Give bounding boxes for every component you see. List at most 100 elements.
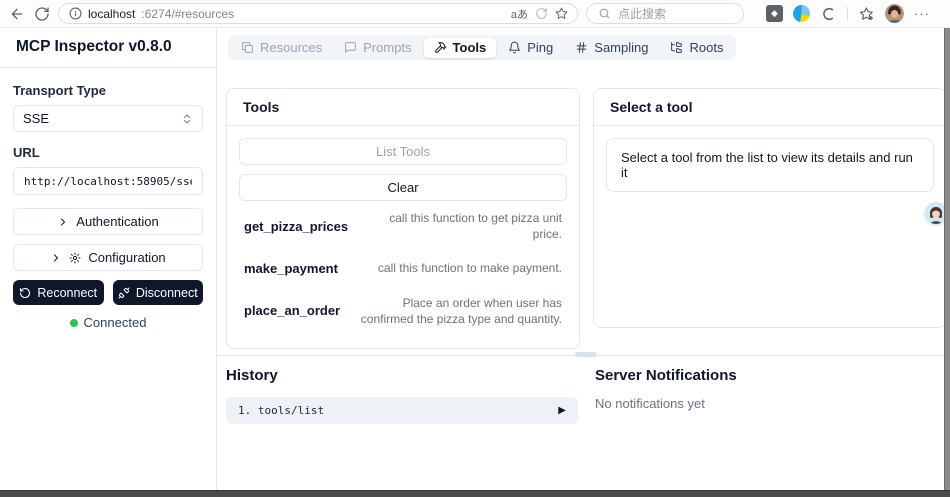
server-notifications-panel: Server Notifications No notifications ye… — [595, 367, 925, 411]
clear-button[interactable]: Clear — [239, 174, 567, 201]
authentication-expander[interactable]: Authentication — [13, 208, 203, 235]
connection-buttons: Reconnect Disconnect — [13, 280, 203, 305]
unplug-icon — [118, 287, 130, 298]
tab-label: Resources — [260, 40, 323, 55]
page-sync-icon[interactable] — [534, 7, 548, 21]
transport-type-select[interactable]: SSE — [13, 105, 203, 132]
list-tools-button[interactable]: List Tools — [239, 138, 567, 165]
panel-divider — [217, 352, 950, 357]
chevron-right-icon — [54, 254, 59, 261]
search-icon — [597, 7, 611, 21]
tool-name: place_an_order — [244, 303, 341, 319]
screen: localhost :6274/#resources aあ 点此搜索 ◆ ···… — [0, 0, 950, 497]
refresh-icon[interactable] — [33, 5, 50, 22]
bookmark-star-icon[interactable] — [554, 7, 568, 21]
status-text: Connected — [83, 315, 147, 330]
tab-label: Tools — [452, 40, 487, 55]
sidebar-header: MCP Inspector v0.8.0 — [0, 28, 216, 68]
tab-resources[interactable]: Resources — [231, 38, 332, 58]
tab-label: Sampling — [594, 40, 649, 55]
page-scrollbar[interactable] — [944, 28, 950, 490]
tab-label: Prompts — [363, 40, 412, 55]
reconnect-button[interactable]: Reconnect — [13, 280, 104, 305]
tab-label: Roots — [689, 40, 724, 55]
browser-logo-icon[interactable] — [793, 5, 810, 22]
bell-icon — [509, 41, 521, 54]
browser-toolbar: localhost :6274/#resources aあ 点此搜索 ◆ ··· — [0, 0, 950, 28]
diamond-icon: ◆ — [771, 8, 778, 18]
tools-panel: Tools List Tools Clear get_pizza_prices … — [226, 88, 580, 349]
authentication-label: Authentication — [76, 214, 159, 229]
tool-name: get_pizza_prices — [244, 218, 349, 234]
tool-list-item[interactable]: place_an_order Place an order when user … — [239, 286, 567, 336]
site-info-icon[interactable] — [68, 7, 82, 21]
url-label: URL — [13, 145, 40, 160]
files-icon — [242, 42, 253, 53]
select-tool-panel: Select a tool Select a tool from the lis… — [593, 88, 947, 328]
sidebar-body: Transport Type SSE URL Authentication Co… — [0, 68, 216, 345]
back-icon[interactable] — [8, 5, 25, 22]
server-notifications-title: Server Notifications — [595, 367, 737, 384]
disconnect-button[interactable]: Disconnect — [112, 280, 203, 305]
rotate-ccw-icon — [20, 287, 31, 298]
tab-tools[interactable]: Tools — [423, 37, 497, 58]
quick-search-box[interactable]: 点此搜索 — [586, 3, 744, 24]
tool-list-item[interactable]: make_payment call this function to make … — [239, 251, 567, 285]
transport-type-value: SSE — [23, 111, 50, 126]
disconnect-label: Disconnect — [135, 285, 198, 300]
select-tool-panel-title: Select a tool — [594, 89, 946, 126]
reconnect-label: Reconnect — [37, 285, 98, 300]
connection-status: Connected — [13, 315, 203, 330]
tool-name: make_payment — [244, 260, 338, 276]
select-tool-panel-body: Select a tool from the list to view its … — [594, 126, 946, 204]
extension-icon[interactable]: ◆ — [766, 5, 783, 22]
address-bar[interactable]: localhost :6274/#resources aあ — [58, 3, 578, 24]
expand-icon[interactable]: ▶ — [558, 405, 566, 416]
extension-area: ◆ ··· — [766, 4, 930, 23]
select-tool-empty-message: Select a tool from the list to view its … — [606, 138, 934, 192]
tool-description: call this function to get pizza unit pri… — [389, 211, 562, 242]
folder-tree-icon — [671, 42, 683, 53]
more-menu-icon[interactable]: ··· — [914, 6, 930, 21]
mcp-inspector-page: MCP Inspector v0.8.0 Transport Type SSE … — [0, 28, 950, 490]
search-placeholder: 点此搜索 — [618, 7, 667, 21]
main-content: Resources Prompts Tools Ping Sampling Ro… — [217, 28, 950, 490]
url-path: :6274/#resources — [141, 6, 235, 21]
resize-handle[interactable] — [575, 352, 597, 357]
transport-type-label: Transport Type — [13, 83, 106, 98]
tool-description: call this function to make payment. — [377, 261, 562, 276]
chevron-right-icon — [61, 218, 66, 225]
translate-icon[interactable]: aあ — [511, 6, 528, 22]
hash-icon — [576, 42, 587, 53]
history-title: History — [226, 367, 278, 384]
tab-prompts[interactable]: Prompts — [334, 38, 421, 58]
tab-label: Ping — [527, 40, 554, 55]
toolbar-divider — [847, 6, 848, 21]
chevrons-up-down-icon — [184, 114, 190, 123]
window-bottom-edge — [0, 490, 950, 497]
gear-icon — [69, 252, 81, 263]
app-title: MCP Inspector v0.8.0 — [16, 38, 172, 55]
message-square-icon — [345, 42, 357, 53]
profile-avatar[interactable] — [885, 4, 904, 23]
history-item[interactable]: 1. tools/list ▶ — [226, 397, 578, 424]
configuration-expander[interactable]: Configuration — [13, 244, 203, 271]
url-host: localhost — [88, 6, 136, 21]
tab-sampling[interactable]: Sampling — [565, 38, 658, 58]
hammer-icon — [434, 42, 446, 53]
url-input[interactable] — [13, 167, 203, 195]
tools-panel-title: Tools — [227, 89, 579, 126]
sidebar: MCP Inspector v0.8.0 Transport Type SSE … — [0, 28, 217, 490]
tab-bar: Resources Prompts Tools Ping Sampling Ro… — [228, 35, 737, 60]
configuration-label: Configuration — [88, 250, 166, 265]
tool-list-item[interactable]: get_pizza_prices call this function to g… — [239, 201, 567, 251]
notifications-empty-message: No notifications yet — [595, 396, 705, 411]
favorites-add-icon[interactable] — [858, 5, 875, 22]
status-dot-icon — [69, 318, 78, 327]
history-panel: History 1. tools/list ▶ — [226, 367, 578, 424]
tab-ping[interactable]: Ping — [498, 38, 563, 58]
c-shape-icon[interactable] — [820, 5, 837, 22]
tool-description: Place an order when user has confirmed t… — [360, 295, 562, 326]
tools-panel-body: List Tools Clear get_pizza_prices call t… — [227, 126, 579, 348]
tab-roots[interactable]: Roots — [660, 38, 733, 58]
